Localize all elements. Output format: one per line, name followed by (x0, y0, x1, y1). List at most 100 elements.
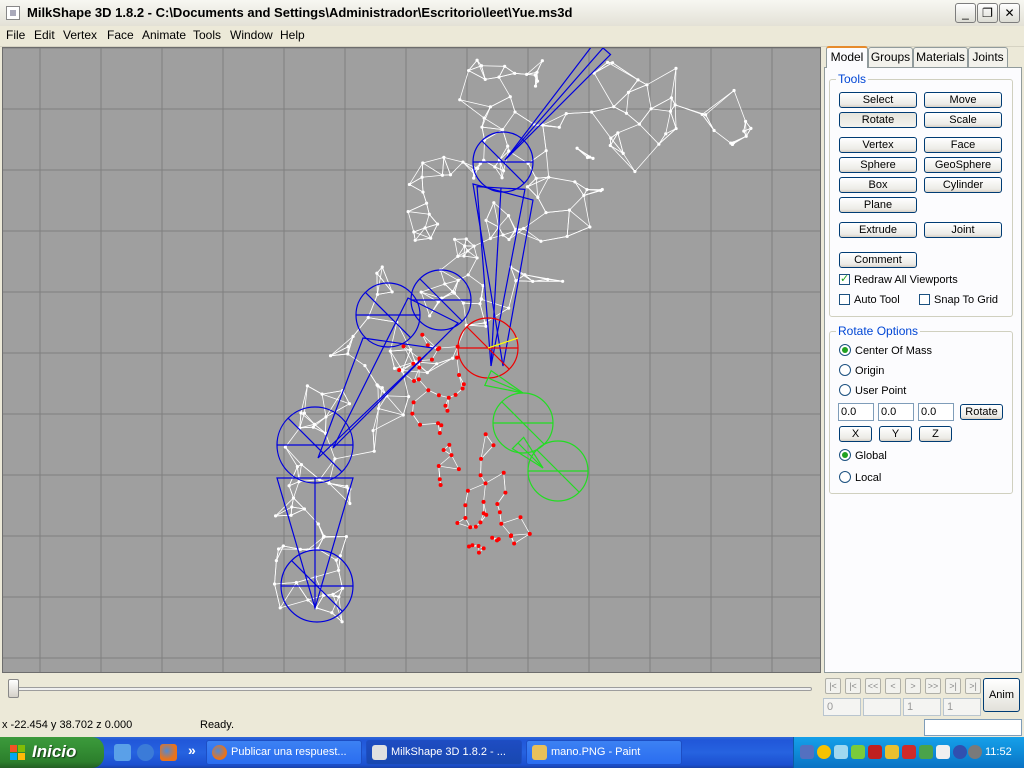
mesh-vertex (626, 90, 631, 95)
messenger-icon[interactable] (817, 745, 831, 759)
redraw-all-checkbox[interactable]: Redraw All Viewports (839, 272, 958, 286)
tray-app-icon[interactable] (919, 745, 933, 759)
frame-slider-thumb[interactable] (8, 679, 19, 698)
menu-file[interactable]: File (6, 28, 25, 42)
mesh-edge (514, 72, 527, 75)
vertex-button[interactable]: Vertex (839, 137, 917, 153)
mesh-edge (426, 203, 430, 215)
firefox-icon[interactable] (160, 744, 177, 761)
tray-app-icon[interactable] (851, 745, 865, 759)
frame-slider-track[interactable] (10, 687, 812, 691)
mesh-edge (545, 209, 570, 213)
geosphere-button[interactable]: GeoSphere (924, 157, 1002, 173)
tray-app-icon[interactable] (868, 745, 882, 759)
menu-edit[interactable]: Edit (34, 28, 55, 42)
close-button[interactable]: ✕ (999, 3, 1020, 23)
mesh-vertex (645, 83, 649, 87)
axis-z-button[interactable]: Z (919, 426, 952, 442)
tab-model[interactable]: Model (826, 46, 868, 68)
rotate-apply-button[interactable]: Rotate (960, 404, 1003, 420)
auto-tool-checkbox[interactable]: Auto Tool (839, 294, 900, 306)
quick-launch-more-icon[interactable]: » (188, 742, 196, 758)
user-point-radio[interactable]: User Point (839, 384, 906, 397)
mesh-edge (485, 76, 500, 80)
maximize-button[interactable]: ❐ (977, 3, 998, 23)
user-point-x-input[interactable]: 0.0 (838, 403, 874, 421)
frame-start-input[interactable]: 0 (823, 698, 861, 716)
tab-joints[interactable]: Joints (968, 47, 1008, 67)
rotate-button[interactable]: Rotate (839, 112, 917, 128)
prev-frame-button[interactable]: < (885, 678, 901, 694)
network-icon[interactable] (800, 745, 814, 759)
selected-vertex (483, 481, 488, 486)
mesh-vertex (407, 395, 411, 399)
taskbar-item-paint[interactable]: mano.PNG - Paint (526, 740, 682, 765)
start-button[interactable]: Inicio (0, 737, 104, 768)
tray-app-icon[interactable] (968, 745, 982, 759)
tray-app-icon[interactable] (885, 745, 899, 759)
app-icon[interactable] (6, 6, 20, 20)
scale-button[interactable]: Scale (924, 112, 1002, 128)
select-button[interactable]: Select (839, 92, 917, 108)
show-desktop-icon[interactable] (114, 744, 131, 761)
first-frame-button[interactable]: |< (825, 678, 841, 694)
tray-app-icon[interactable] (902, 745, 916, 759)
mesh-vertex (742, 129, 746, 133)
menu-window[interactable]: Window (230, 28, 273, 42)
upper-bone (504, 48, 612, 161)
selected-vertex (449, 453, 454, 458)
last-frame-button[interactable]: >| (965, 678, 981, 694)
next-key-button[interactable]: >| (945, 678, 961, 694)
viewport-canvas[interactable] (3, 48, 820, 672)
tray-app-icon[interactable] (834, 745, 848, 759)
tray-app-icon[interactable] (953, 745, 967, 759)
box-button[interactable]: Box (839, 177, 917, 193)
menu-help[interactable]: Help (280, 28, 305, 42)
frame-current-input[interactable]: 1 (903, 698, 941, 716)
rewind-button[interactable]: << (865, 678, 881, 694)
extrude-button[interactable]: Extrude (839, 222, 917, 238)
mesh-vertex (668, 109, 673, 114)
origin-radio[interactable]: Origin (839, 364, 884, 377)
internet-explorer-icon[interactable] (137, 744, 154, 761)
taskbar-item-firefox[interactable]: Publicar una respuest... (206, 740, 362, 765)
viewport-3d[interactable] (2, 47, 821, 673)
menu-vertex[interactable]: Vertex (63, 28, 97, 42)
mesh-vertex (302, 507, 307, 511)
mesh-edge (701, 90, 735, 115)
snap-to-grid-checkbox[interactable]: Snap To Grid (919, 294, 998, 306)
comment-button[interactable]: Comment (839, 252, 917, 268)
move-button[interactable]: Move (924, 92, 1002, 108)
axis-x-button[interactable]: X (839, 426, 872, 442)
selected-vertex (512, 541, 517, 546)
menu-tools[interactable]: Tools (193, 28, 221, 42)
axis-y-button[interactable]: Y (879, 426, 912, 442)
user-point-y-input[interactable]: 0.0 (878, 403, 914, 421)
next-frame-button[interactable]: > (905, 678, 921, 694)
sphere-button[interactable]: Sphere (839, 157, 917, 173)
local-radio[interactable]: Local (839, 471, 881, 484)
arm-bone (476, 186, 526, 367)
tab-materials[interactable]: Materials (913, 47, 968, 67)
face-button[interactable]: Face (924, 137, 1002, 153)
tab-groups[interactable]: Groups (868, 47, 913, 67)
mesh-vertex (324, 415, 328, 419)
plane-button[interactable]: Plane (839, 197, 917, 213)
joint-button[interactable]: Joint (924, 222, 1002, 238)
cylinder-button[interactable]: Cylinder (924, 177, 1002, 193)
fast-forward-button[interactable]: >> (925, 678, 941, 694)
global-radio[interactable]: Global (839, 449, 887, 462)
mesh-edge (307, 385, 323, 395)
frame-end-input[interactable]: 1 (943, 698, 981, 716)
center-of-mass-radio[interactable]: Center Of Mass (839, 344, 932, 357)
menu-animate[interactable]: Animate (142, 28, 186, 42)
user-point-z-input[interactable]: 0.0 (918, 403, 954, 421)
mesh-edge (367, 294, 378, 318)
menu-face[interactable]: Face (107, 28, 134, 42)
mesh-vertex (347, 402, 352, 406)
anim-button[interactable]: Anim (983, 678, 1020, 712)
taskbar-item-milkshape[interactable]: MilkShape 3D 1.8.2 - ... (366, 740, 522, 765)
tray-app-icon[interactable] (936, 745, 950, 759)
minimize-button[interactable]: _ (955, 3, 976, 23)
prev-key-button[interactable]: |< (845, 678, 861, 694)
